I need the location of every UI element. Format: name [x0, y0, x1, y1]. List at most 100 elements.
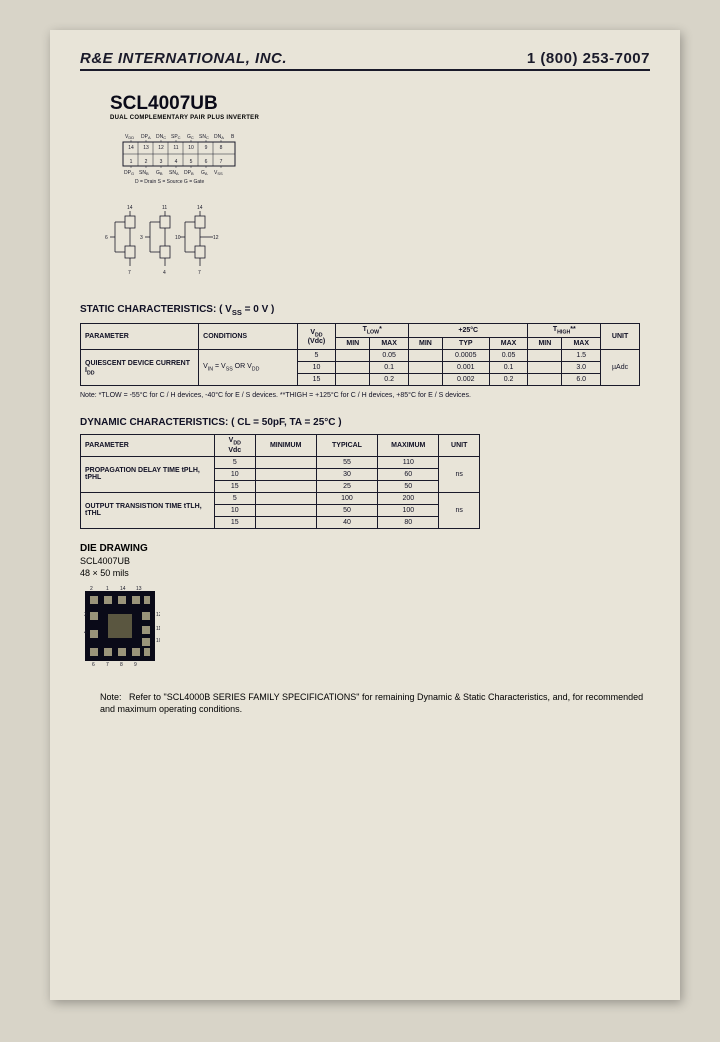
- svg-text:6: 6: [92, 662, 95, 666]
- svg-text:9: 9: [205, 145, 208, 151]
- die-svg: 211413 121110 34 6789: [80, 586, 160, 666]
- th-25c: +25°C: [409, 324, 528, 338]
- cond-cell: VIN = VSS OR VDD: [199, 350, 297, 386]
- svg-text:10: 10: [156, 638, 160, 644]
- svg-text:SPC: SPC: [171, 134, 181, 140]
- svg-text:GC: GC: [187, 134, 194, 140]
- svg-text:SNA: SNA: [169, 170, 179, 176]
- cell: 40: [316, 516, 377, 528]
- cell: 0.05: [370, 350, 409, 362]
- svg-text:DPB: DPB: [184, 170, 194, 176]
- svg-text:7: 7: [128, 270, 131, 276]
- param-cell: QUIESCENT DEVICE CURRENT IDD: [81, 350, 199, 386]
- th-max: MAXIMUM: [378, 435, 439, 456]
- cell: [255, 516, 316, 528]
- cell: 55: [316, 456, 377, 468]
- svg-text:8: 8: [220, 145, 223, 151]
- svg-text:13: 13: [136, 586, 142, 592]
- svg-text:B: B: [231, 134, 235, 140]
- pin-diagram: VDD DPA DNC SPC GC SNC DNA B 14131211109…: [115, 131, 650, 191]
- cell: 0.002: [442, 374, 489, 386]
- cell: 10: [215, 468, 256, 480]
- unit-cell: µAdc: [601, 350, 640, 386]
- svg-text:7: 7: [198, 270, 201, 276]
- cell: 50: [316, 504, 377, 516]
- die-title: DIE DRAWING: [80, 543, 650, 554]
- svg-text:10: 10: [175, 235, 181, 241]
- company-rest: INTERNATIONAL, INC.: [113, 50, 287, 67]
- datasheet-page: R&E INTERNATIONAL, INC. 1 (800) 253-7007…: [50, 30, 680, 1000]
- svg-text:SNB: SNB: [139, 170, 149, 176]
- th-typ: TYP: [442, 338, 489, 350]
- svg-text:4: 4: [175, 159, 178, 165]
- cell: 50: [378, 480, 439, 492]
- svg-text:6: 6: [105, 235, 108, 241]
- svg-text:12: 12: [213, 235, 219, 241]
- th-typ: TYPICAL: [316, 435, 377, 456]
- static-note: Note: *TLOW = -55°C for C / H devices, -…: [80, 392, 650, 399]
- cell: 5: [297, 350, 336, 362]
- th-unit: UNIT: [601, 324, 640, 350]
- th-max3: MAX: [562, 338, 601, 350]
- die-part: SCL4007UB: [80, 556, 650, 566]
- cell: 80: [378, 516, 439, 528]
- cell: 0.001: [442, 362, 489, 374]
- cell: 10: [297, 362, 336, 374]
- cell: [255, 468, 316, 480]
- svg-text:12: 12: [158, 145, 164, 151]
- page-header: R&E INTERNATIONAL, INC. 1 (800) 253-7007: [80, 50, 650, 71]
- svg-text:SNC: SNC: [199, 134, 209, 140]
- svg-text:11: 11: [162, 205, 167, 211]
- svg-text:1: 1: [130, 159, 133, 165]
- cell: 0.1: [370, 362, 409, 374]
- unit-cell: ns: [439, 456, 480, 492]
- cell: 100: [378, 504, 439, 516]
- svg-text:7: 7: [106, 662, 109, 666]
- svg-text:5: 5: [190, 159, 193, 165]
- cell: 25: [316, 480, 377, 492]
- cell: [255, 492, 316, 504]
- param-cell: PROPAGATION DELAY TIME tPLH, tPHL: [81, 456, 215, 492]
- cell: [409, 350, 443, 362]
- th-parameter: PARAMETER: [81, 324, 199, 350]
- cell: 0.2: [370, 374, 409, 386]
- cell: 0.1: [489, 362, 528, 374]
- die-section: DIE DRAWING SCL4007UB 48 × 50 mils 21141…: [80, 543, 650, 671]
- static-title: STATIC CHARACTERISTICS: ( VSS = 0 V ): [80, 304, 650, 317]
- cell: 200: [378, 492, 439, 504]
- pin-legend: D = Drain S = Source G = Gate: [135, 179, 205, 185]
- th-unit: UNIT: [439, 435, 480, 456]
- cell: 60: [378, 468, 439, 480]
- cell: [528, 350, 562, 362]
- cell: [255, 456, 316, 468]
- cell: 15: [215, 480, 256, 492]
- pinout-svg: VDD DPA DNC SPC GC SNC DNA B 14131211109…: [115, 131, 255, 186]
- svg-text:3: 3: [140, 235, 143, 241]
- th-vdd: VDD(Vdc): [297, 324, 336, 350]
- die-drawing: 211413 121110 34 6789: [80, 586, 650, 671]
- svg-text:GB: GB: [156, 170, 163, 176]
- svg-text:6: 6: [205, 159, 208, 165]
- svg-text:VSS: VSS: [214, 170, 223, 176]
- dynamic-title: DYNAMIC CHARACTERISTICS: ( CL = 50pF, TA…: [80, 417, 650, 428]
- svg-text:2: 2: [145, 159, 148, 165]
- svg-text:3: 3: [160, 159, 163, 165]
- die-size: 48 × 50 mils: [80, 568, 650, 578]
- svg-text:9: 9: [134, 662, 137, 666]
- svg-text:14: 14: [197, 205, 203, 211]
- cell: 6.0: [562, 374, 601, 386]
- cell: 30: [316, 468, 377, 480]
- cell: 0.05: [489, 350, 528, 362]
- cell: [336, 374, 370, 386]
- th-min: MINIMUM: [255, 435, 316, 456]
- svg-text:7: 7: [220, 159, 223, 165]
- cell: 0.0005: [442, 350, 489, 362]
- cell: 10: [215, 504, 256, 516]
- cell: [336, 362, 370, 374]
- cell: 100: [316, 492, 377, 504]
- table-row: PROPAGATION DELAY TIME tPLH, tPHL 5 55 1…: [81, 456, 480, 468]
- svg-text:11: 11: [156, 626, 160, 632]
- th-thigh: THIGH**: [528, 324, 601, 338]
- svg-text:DNA: DNA: [214, 134, 224, 140]
- schematic-svg: 141114 747 6310 12: [105, 201, 225, 281]
